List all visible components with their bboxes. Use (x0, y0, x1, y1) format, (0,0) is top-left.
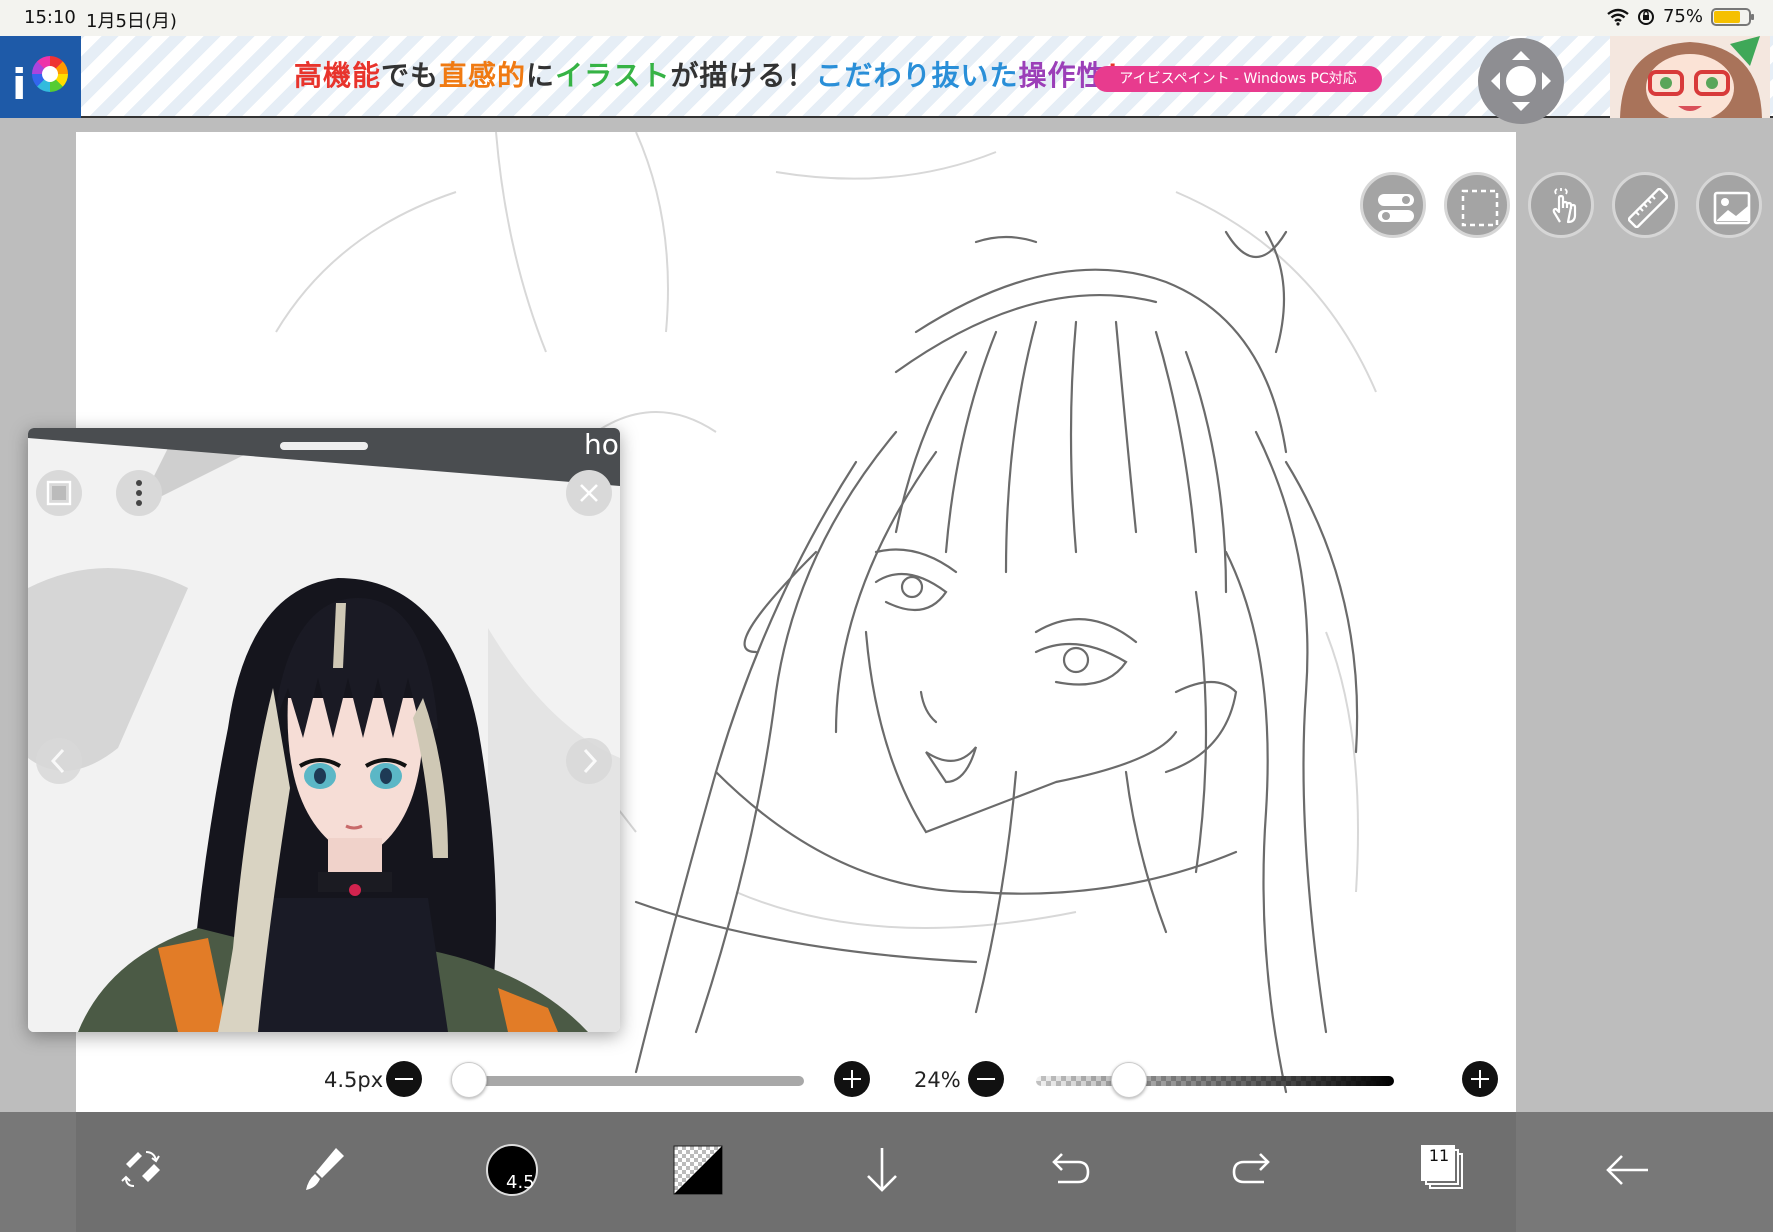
redo-icon (1232, 1153, 1270, 1184)
status-right: 75% (1607, 6, 1754, 27)
selection-button[interactable] (1444, 172, 1510, 238)
color-swatch-icon (673, 1145, 723, 1195)
layer-toggle-button[interactable] (1360, 172, 1426, 238)
chevron-right-icon (583, 748, 598, 774)
chevron-left-icon (50, 748, 65, 774)
brush-size-knob[interactable] (451, 1062, 488, 1098)
reference-title: ho (584, 428, 619, 461)
bottom-toolbar: 4.5 11 (0, 1112, 1773, 1232)
undo-icon (1052, 1153, 1090, 1184)
brush-size-decrease-button[interactable] (386, 1061, 422, 1097)
ruler-button[interactable] (1612, 172, 1678, 238)
arrow-left-icon (1606, 1155, 1648, 1185)
arrow-down-icon (867, 1148, 897, 1192)
status-time: 15:10 (24, 7, 76, 28)
image-button[interactable] (1696, 172, 1762, 238)
reference-image (28, 428, 620, 1032)
brush-size-label: 4.5px (324, 1068, 384, 1092)
reference-menu-button[interactable] (116, 470, 162, 516)
image-icon (1713, 191, 1751, 225)
reference-prev-button[interactable] (36, 738, 82, 784)
more-vertical-icon (136, 480, 142, 506)
close-icon (580, 484, 598, 502)
reference-close-button[interactable] (566, 470, 612, 516)
brush-size-increase-button[interactable] (834, 1061, 870, 1097)
orientation-lock-icon (1637, 8, 1654, 25)
ruler-icon (1628, 188, 1668, 228)
reference-frame-button[interactable] (36, 470, 82, 516)
reference-next-button[interactable] (566, 738, 612, 784)
brush-tool-button[interactable] (290, 1134, 362, 1206)
brush-size-slider[interactable] (452, 1076, 804, 1086)
back-button[interactable] (1592, 1134, 1664, 1206)
layers-button[interactable]: 11 (1404, 1134, 1476, 1206)
undo-button[interactable] (1032, 1134, 1104, 1206)
touch-gesture-button[interactable] (1528, 172, 1594, 238)
opacity-knob[interactable] (1111, 1062, 1148, 1098)
opacity-decrease-button[interactable] (968, 1061, 1004, 1097)
brush-icon (306, 1148, 344, 1190)
ad-headline: 高機能でも直感的にイラストが描ける！こだわり抜いた操作性！ (294, 59, 1134, 92)
touch-gesture-icon (1552, 188, 1577, 224)
app-root: 15:10 1月5日(月) 75% i 高機能でも直感的にイラストが描ける！こだ… (0, 0, 1773, 1232)
slider-row: 4.5px 24% (76, 1050, 1516, 1110)
status-bar: 15:10 1月5日(月) 75% (0, 0, 1773, 36)
tool-switch-icon (121, 1151, 160, 1187)
selection-icon (1461, 189, 1499, 227)
mascot-image (1610, 36, 1770, 118)
download-button[interactable] (846, 1134, 918, 1206)
app-logo: i (0, 36, 81, 118)
frame-icon (46, 480, 72, 506)
tool-switch-button[interactable] (106, 1134, 178, 1206)
status-date: 1月5日(月) (86, 11, 177, 32)
brush-size-button[interactable]: 4.5 (476, 1134, 548, 1206)
battery-percent: 75% (1662, 6, 1703, 27)
opacity-increase-button[interactable] (1462, 1061, 1498, 1097)
opacity-slider[interactable] (1036, 1076, 1394, 1086)
layer-toggle-icon (1378, 194, 1414, 222)
wifi-icon (1607, 8, 1629, 26)
opacity-label: 24% (914, 1068, 961, 1092)
reference-window[interactable]: ho (28, 428, 620, 1032)
layers-icon (1421, 1145, 1463, 1189)
battery-icon (1711, 7, 1754, 26)
ad-pill: アイビスペイント - Windows PC対応 (1094, 66, 1382, 92)
brush-size-preview: 4.5 (486, 1144, 538, 1196)
dpad-icon[interactable] (1478, 38, 1564, 124)
brush-size-value: 4.5 (506, 1172, 535, 1193)
ad-banner[interactable]: i 高機能でも直感的にイラストが描ける！こだわり抜いた操作性！ アイビスペイント… (0, 36, 1773, 124)
drag-handle[interactable] (280, 442, 368, 450)
redo-button[interactable] (1218, 1134, 1290, 1206)
side-panel (1516, 132, 1773, 1112)
layer-count: 11 (1428, 1146, 1450, 1165)
color-button[interactable] (662, 1134, 734, 1206)
